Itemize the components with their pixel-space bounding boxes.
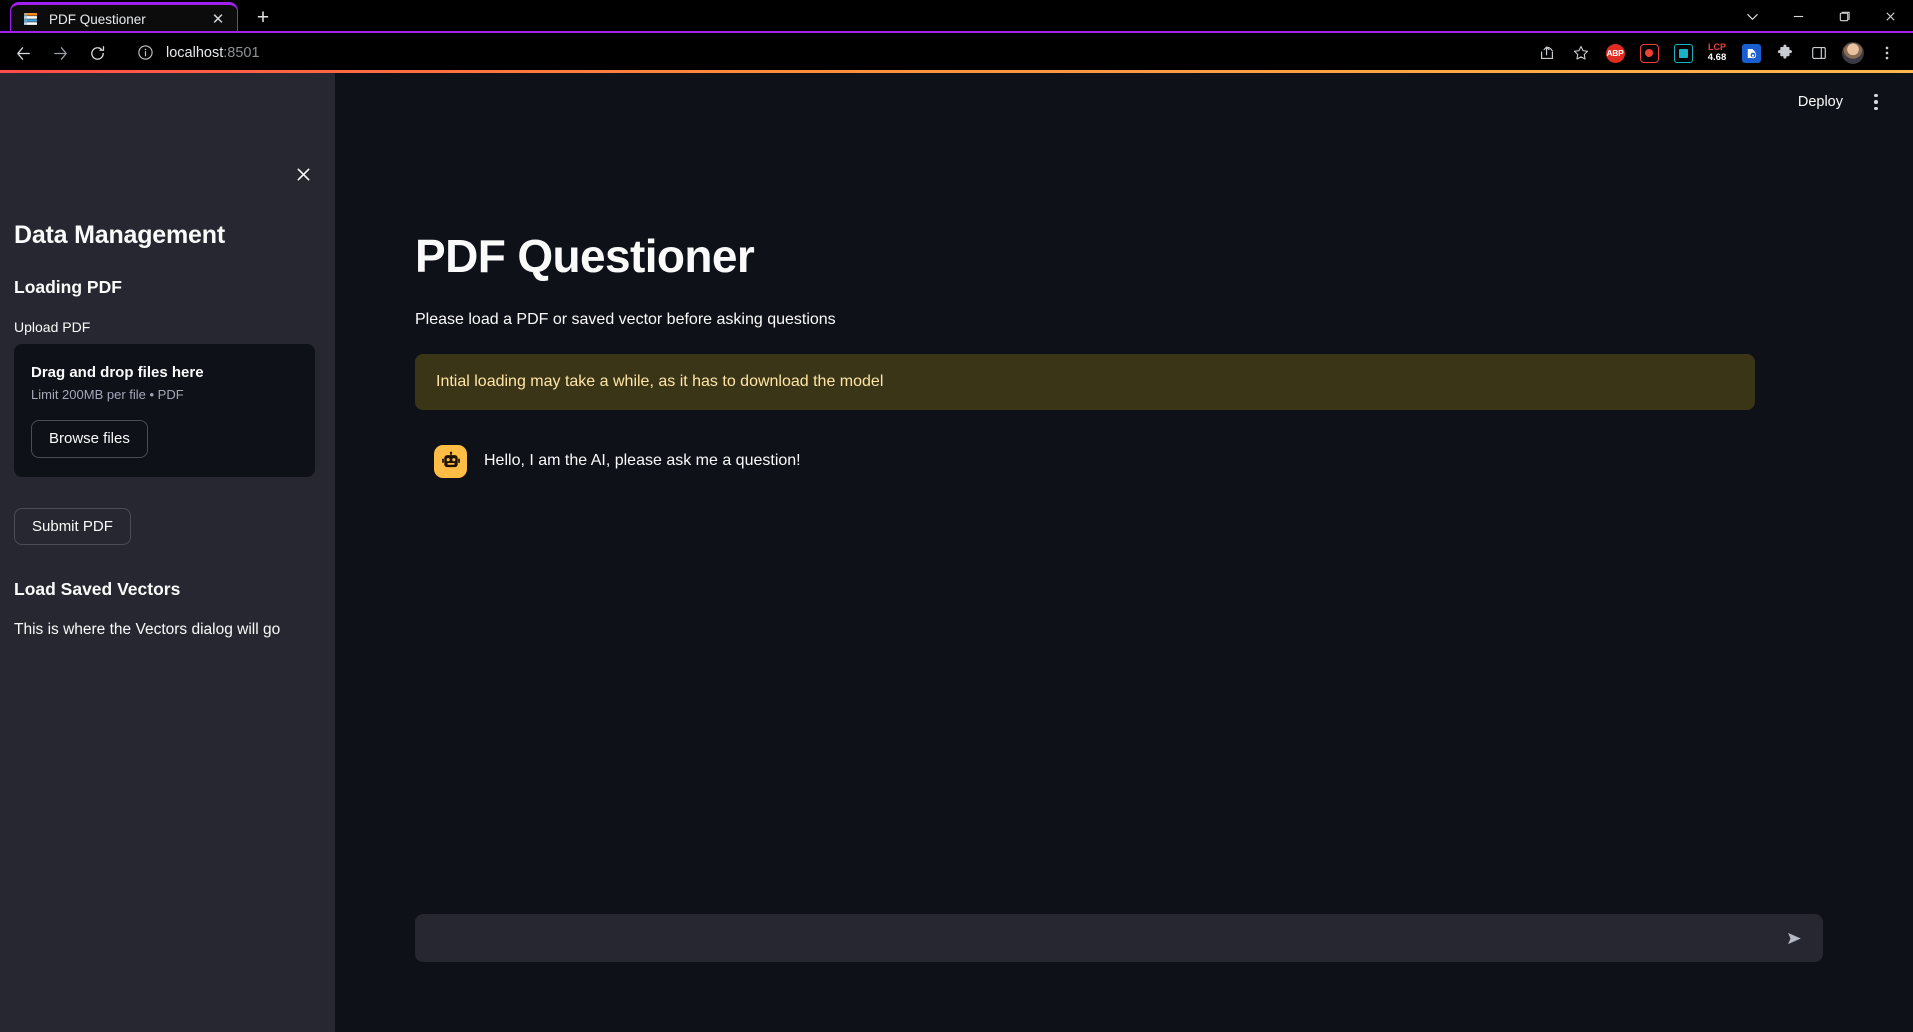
sidebar-heading: Data Management [14,221,225,249]
file-uploader-dropzone[interactable]: Drag and drop files here Limit 200MB per… [14,344,315,477]
main-menu-icon[interactable] [1859,85,1893,119]
chat-input-box[interactable] [415,914,1823,962]
app-topbar: Deploy [1786,73,1893,131]
tab-search-icon[interactable] [1729,0,1775,33]
site-information-icon[interactable] [137,44,155,62]
toolbar-icon-group: ABP LCP 4.68 [1531,37,1903,69]
send-arrow-icon[interactable] [1777,921,1811,955]
screen-recorder-icon[interactable] [1633,37,1665,69]
url-host: localhost [166,45,224,61]
dropzone-limit-text: Limit 200MB per file • PDF [31,387,184,402]
tab-title: PDF Questioner [49,11,146,27]
chat-message-assistant: Hello, I am the AI, please ask me a ques… [415,437,1755,486]
forward-icon[interactable] [43,36,77,70]
profile-avatar-image [1842,42,1864,64]
adblock-plus-label: ABP [1605,43,1625,63]
streamlit-app: Data Management Loading PDF Upload PDF D… [0,73,1913,1032]
capture-frame [1673,43,1693,63]
back-icon[interactable] [6,36,40,70]
sidebar-section-loading-pdf: Loading PDF [14,277,122,297]
browser-toolbar: localhost:8501 ABP LCP 4.68 [0,33,1913,73]
robot-icon [434,444,467,478]
privacy-extension-badge [1741,43,1761,63]
bookmark-star-icon[interactable] [1565,37,1597,69]
url-text: localhost:8501 [166,45,260,61]
menu-dot [1874,93,1878,98]
warning-banner: Intial loading may take a while, as it h… [415,353,1755,410]
browser-tab[interactable]: PDF Questioner ✕ [10,2,238,33]
chat-input-field[interactable] [431,914,1777,962]
sidebar-close-icon[interactable] [288,159,318,189]
vectors-placeholder-text: This is where the Vectors dialog will go [14,621,281,638]
sidebar: Data Management Loading PDF Upload PDF D… [0,73,335,1032]
sidebar-content: Data Management Loading PDF Upload PDF D… [0,73,335,639]
menu-dot [1874,100,1878,104]
reload-icon[interactable] [80,36,114,70]
tab-close-icon[interactable]: ✕ [207,8,229,30]
side-panel-icon[interactable] [1803,37,1835,69]
sidebar-section-saved-vectors: Load Saved Vectors [14,579,181,599]
chat-message-text: Hello, I am the AI, please ask me a ques… [484,452,801,470]
page-title: PDF Questioner [415,230,755,282]
selection-capture-icon[interactable] [1667,37,1699,69]
browser-window: PDF Questioner ✕ + localhost:8501 ABP LC… [0,0,1913,1032]
page-subtitle: Please load a PDF or saved vector before… [415,310,836,328]
lcp-performance-badge[interactable]: LCP 4.68 [1701,37,1733,69]
upload-pdf-label: Upload PDF [14,319,91,335]
deploy-button[interactable]: Deploy [1786,88,1855,116]
new-tab-button[interactable]: + [248,2,278,32]
close-window-icon[interactable] [1867,0,1913,33]
app-content: PDF Questioner Please load a PDF or save… [335,73,1845,486]
maximize-icon[interactable] [1821,0,1867,33]
recorder-frame [1639,43,1659,63]
adblock-plus-icon[interactable]: ABP [1599,37,1631,69]
chat-input-container [415,914,1823,962]
browse-files-button[interactable]: Browse files [31,420,148,458]
minimize-icon[interactable] [1775,0,1821,33]
recorder-dot [1645,49,1653,57]
main-area: Deploy PDF Questioner Please load a PDF … [335,73,1913,1032]
tab-strip: PDF Questioner ✕ + [0,0,1913,33]
lcp-badge-stack: LCP 4.68 [1707,42,1727,63]
window-controls [1729,0,1913,33]
streamlit-books-favicon [23,11,39,27]
extensions-puzzle-icon[interactable] [1769,37,1801,69]
dropzone-title: Drag and drop files here [31,364,204,381]
address-bar[interactable]: localhost:8501 [125,38,1531,68]
capture-inner [1678,48,1688,58]
share-icon[interactable] [1531,37,1563,69]
menu-dot [1874,106,1878,111]
lcp-value: 4.68 [1707,51,1727,63]
privacy-extension-icon[interactable] [1735,37,1767,69]
url-port: :8501 [223,45,260,61]
profile-avatar[interactable] [1837,37,1869,69]
submit-pdf-button[interactable]: Submit PDF [14,507,131,545]
chrome-menu-icon[interactable] [1871,37,1903,69]
